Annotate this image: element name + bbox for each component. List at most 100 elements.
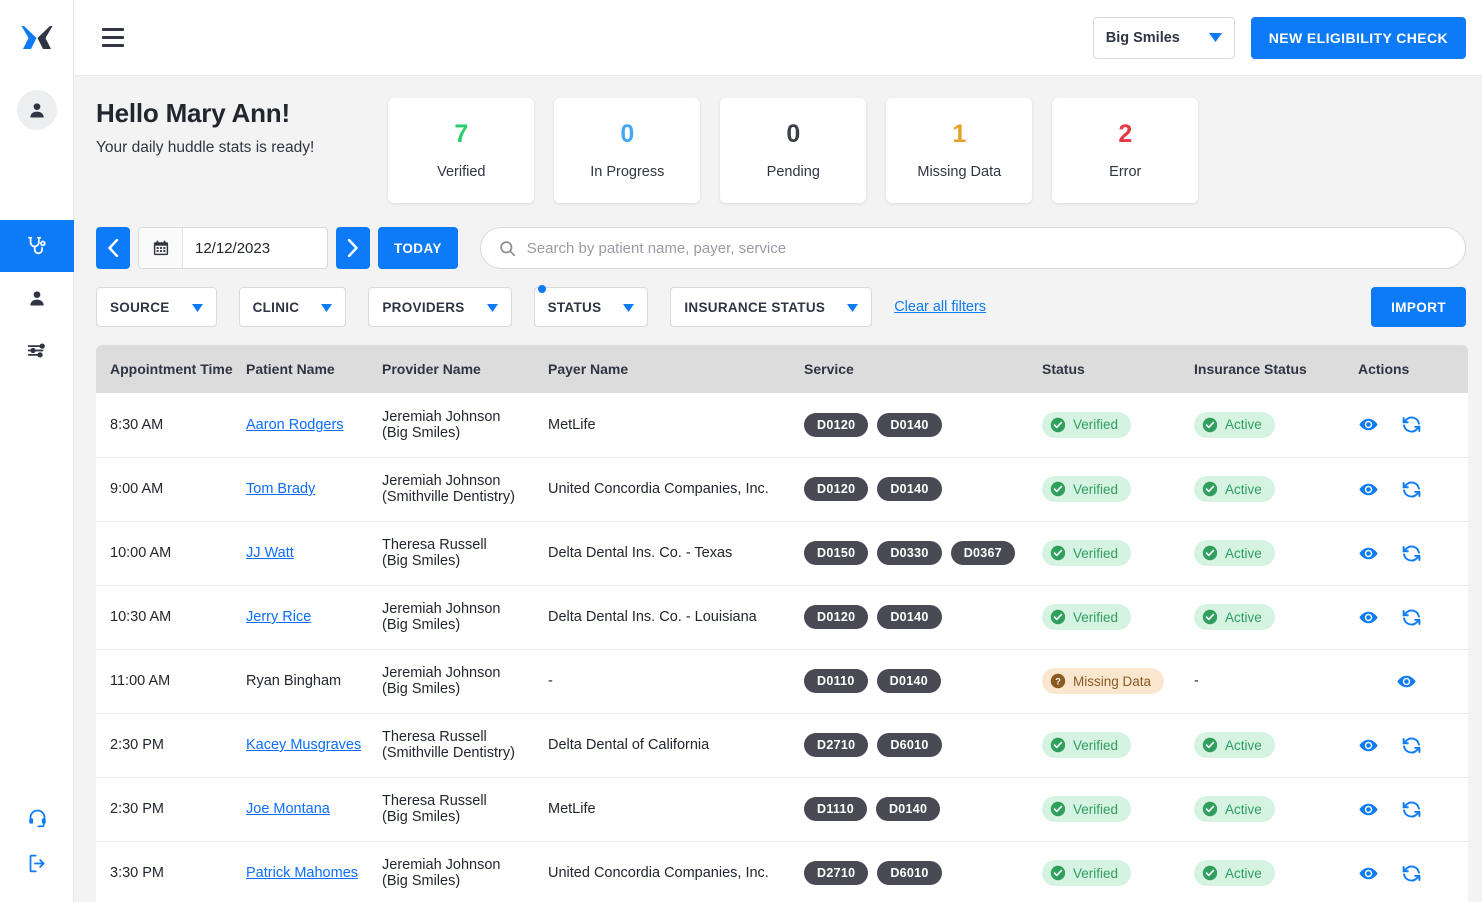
date-input[interactable]: 12/12/2023 [138,227,328,269]
refresh-icon[interactable] [1401,607,1422,628]
service-code-pill: D0140 [876,797,940,821]
refresh-icon[interactable] [1401,863,1422,884]
cell-provider-name: Jeremiah Johnson(Big Smiles) [382,393,548,457]
chevron-down-icon [1209,30,1222,46]
filter-insurance-status[interactable]: INSURANCE STATUS [670,287,872,327]
cell-status: ? Missing Data [1042,649,1194,713]
date-value: 12/12/2023 [183,240,270,257]
cell-status: Verified [1042,713,1194,777]
table-row[interactable]: 11:00 AMRyan BinghamJeremiah Johnson(Big… [96,649,1468,713]
status-badge-label: Verified [1073,546,1118,561]
table-row[interactable]: 3:30 PMPatrick MahomesJeremiah Johnson(B… [96,841,1468,902]
cell-provider-name: Jeremiah Johnson(Smithville Dentistry) [382,457,548,521]
filter-providers[interactable]: PROVIDERS [368,287,511,327]
view-icon[interactable] [1396,671,1417,692]
cell-patient-name: Joe Montana [246,777,382,841]
filter-status[interactable]: STATUS [534,287,649,327]
provider-name: Jeremiah Johnson [382,665,501,681]
stat-card-missing-data[interactable]: 1 Missing Data [886,98,1032,203]
stat-card-in-progress[interactable]: 0 In Progress [554,98,700,203]
left-sidebar [0,0,74,902]
cell-insurance-status: Active [1194,585,1358,649]
cell-patient-name: Jerry Rice [246,585,382,649]
cell-service: D0110D0140 [804,649,1042,713]
table-row[interactable]: 10:30 AMJerry RiceJeremiah Johnson(Big S… [96,585,1468,649]
patient-name-link[interactable]: Patrick Mahomes [246,865,358,881]
sidebar-avatar[interactable] [17,90,57,130]
stat-label: Missing Data [917,164,1001,180]
patient-name-link[interactable]: Kacey Musgraves [246,737,361,753]
sidebar-item-logout[interactable] [0,840,74,886]
person-icon [27,288,47,308]
sidebar-item-patients[interactable] [0,272,74,324]
cell-service: D2710D6010 [804,713,1042,777]
provider-clinic: (Smithville Dentistry) [382,489,548,505]
stat-card-verified[interactable]: 7 Verified [388,98,534,203]
question-circle-icon: ? [1050,673,1066,689]
refresh-icon[interactable] [1401,799,1422,820]
cell-insurance-status: Active [1194,841,1358,902]
import-button[interactable]: IMPORT [1371,287,1466,327]
column-header-appointment-time: Appointment Time [96,345,246,393]
patient-name-link[interactable]: Joe Montana [246,801,330,817]
app-logo[interactable] [0,0,73,76]
view-icon[interactable] [1358,607,1379,628]
view-icon[interactable] [1358,799,1379,820]
cell-appointment-time: 10:00 AM [96,521,246,585]
cell-service: D0120D0140 [804,393,1042,457]
insurance-status-label: Active [1225,482,1262,497]
stat-card-error[interactable]: 2 Error [1052,98,1198,203]
status-badge-label: Missing Data [1073,674,1151,689]
prev-day-button[interactable] [96,227,130,269]
stat-card-pending[interactable]: 0 Pending [720,98,866,203]
cell-actions [1358,457,1468,521]
next-day-button[interactable] [336,227,370,269]
column-header-payer-name: Payer Name [548,345,804,393]
date-search-toolbar: 12/12/2023 TODAY Search by patient name,… [96,227,1466,269]
refresh-icon[interactable] [1401,479,1422,500]
view-icon[interactable] [1358,863,1379,884]
view-icon[interactable] [1358,479,1379,500]
today-button[interactable]: TODAY [378,227,458,269]
filter-clinic[interactable]: CLINIC [239,287,347,327]
refresh-icon[interactable] [1401,414,1422,435]
calendar-icon [139,228,183,268]
patient-name-link[interactable]: Jerry Rice [246,609,311,625]
sidebar-item-settings[interactable] [0,324,74,376]
insurance-status-label: Active [1225,546,1262,561]
check-circle-icon [1050,481,1066,497]
sidebar-item-support[interactable] [0,794,74,840]
table-row[interactable]: 9:00 AMTom Brady Jeremiah Johnson(Smithvi… [96,457,1468,521]
refresh-icon[interactable] [1401,735,1422,756]
sidebar-item-stethoscope[interactable] [0,220,74,272]
person-icon [27,100,47,120]
table-row[interactable]: 10:00 AMJJ WattTheresa Russell(Big Smile… [96,521,1468,585]
cell-status: Verified [1042,585,1194,649]
filter-source[interactable]: SOURCE [96,287,217,327]
patient-name-link[interactable]: Tom Brady [246,481,315,497]
table-row[interactable]: 2:30 PMKacey MusgravesTheresa Russell(Sm… [96,713,1468,777]
column-header-insurance-status: Insurance Status [1194,345,1358,393]
cell-status: Verified [1042,521,1194,585]
status-badge: ? Missing Data [1042,668,1164,694]
patient-name-link[interactable]: Aaron Rodgers [246,417,344,433]
search-input[interactable]: Search by patient name, payer, service [480,227,1466,269]
view-icon[interactable] [1358,543,1379,564]
hamburger-icon[interactable] [98,24,128,51]
stat-value: 7 [454,122,468,147]
view-icon[interactable] [1358,414,1379,435]
stats-row: 7 Verified 0 In Progress 0 Pending 1 Mis… [388,98,1198,203]
chevron-left-icon [107,239,119,257]
refresh-icon[interactable] [1401,543,1422,564]
table-row[interactable]: 8:30 AMAaron RodgersJeremiah Johnson(Big… [96,393,1468,457]
clear-all-filters-link[interactable]: Clear all filters [894,299,986,315]
view-icon[interactable] [1358,735,1379,756]
cell-appointment-time: 9:00 AM [96,457,246,521]
clinic-selector[interactable]: Big Smiles [1093,17,1235,59]
provider-clinic: (Big Smiles) [382,681,548,697]
cell-service: D2710D6010 [804,841,1042,902]
insurance-status-badge: Active [1194,796,1275,822]
table-row[interactable]: 2:30 PMJoe MontanaTheresa Russell(Big Sm… [96,777,1468,841]
patient-name-link[interactable]: JJ Watt [246,545,294,561]
new-eligibility-check-button[interactable]: NEW ELIGIBILITY CHECK [1251,17,1466,59]
